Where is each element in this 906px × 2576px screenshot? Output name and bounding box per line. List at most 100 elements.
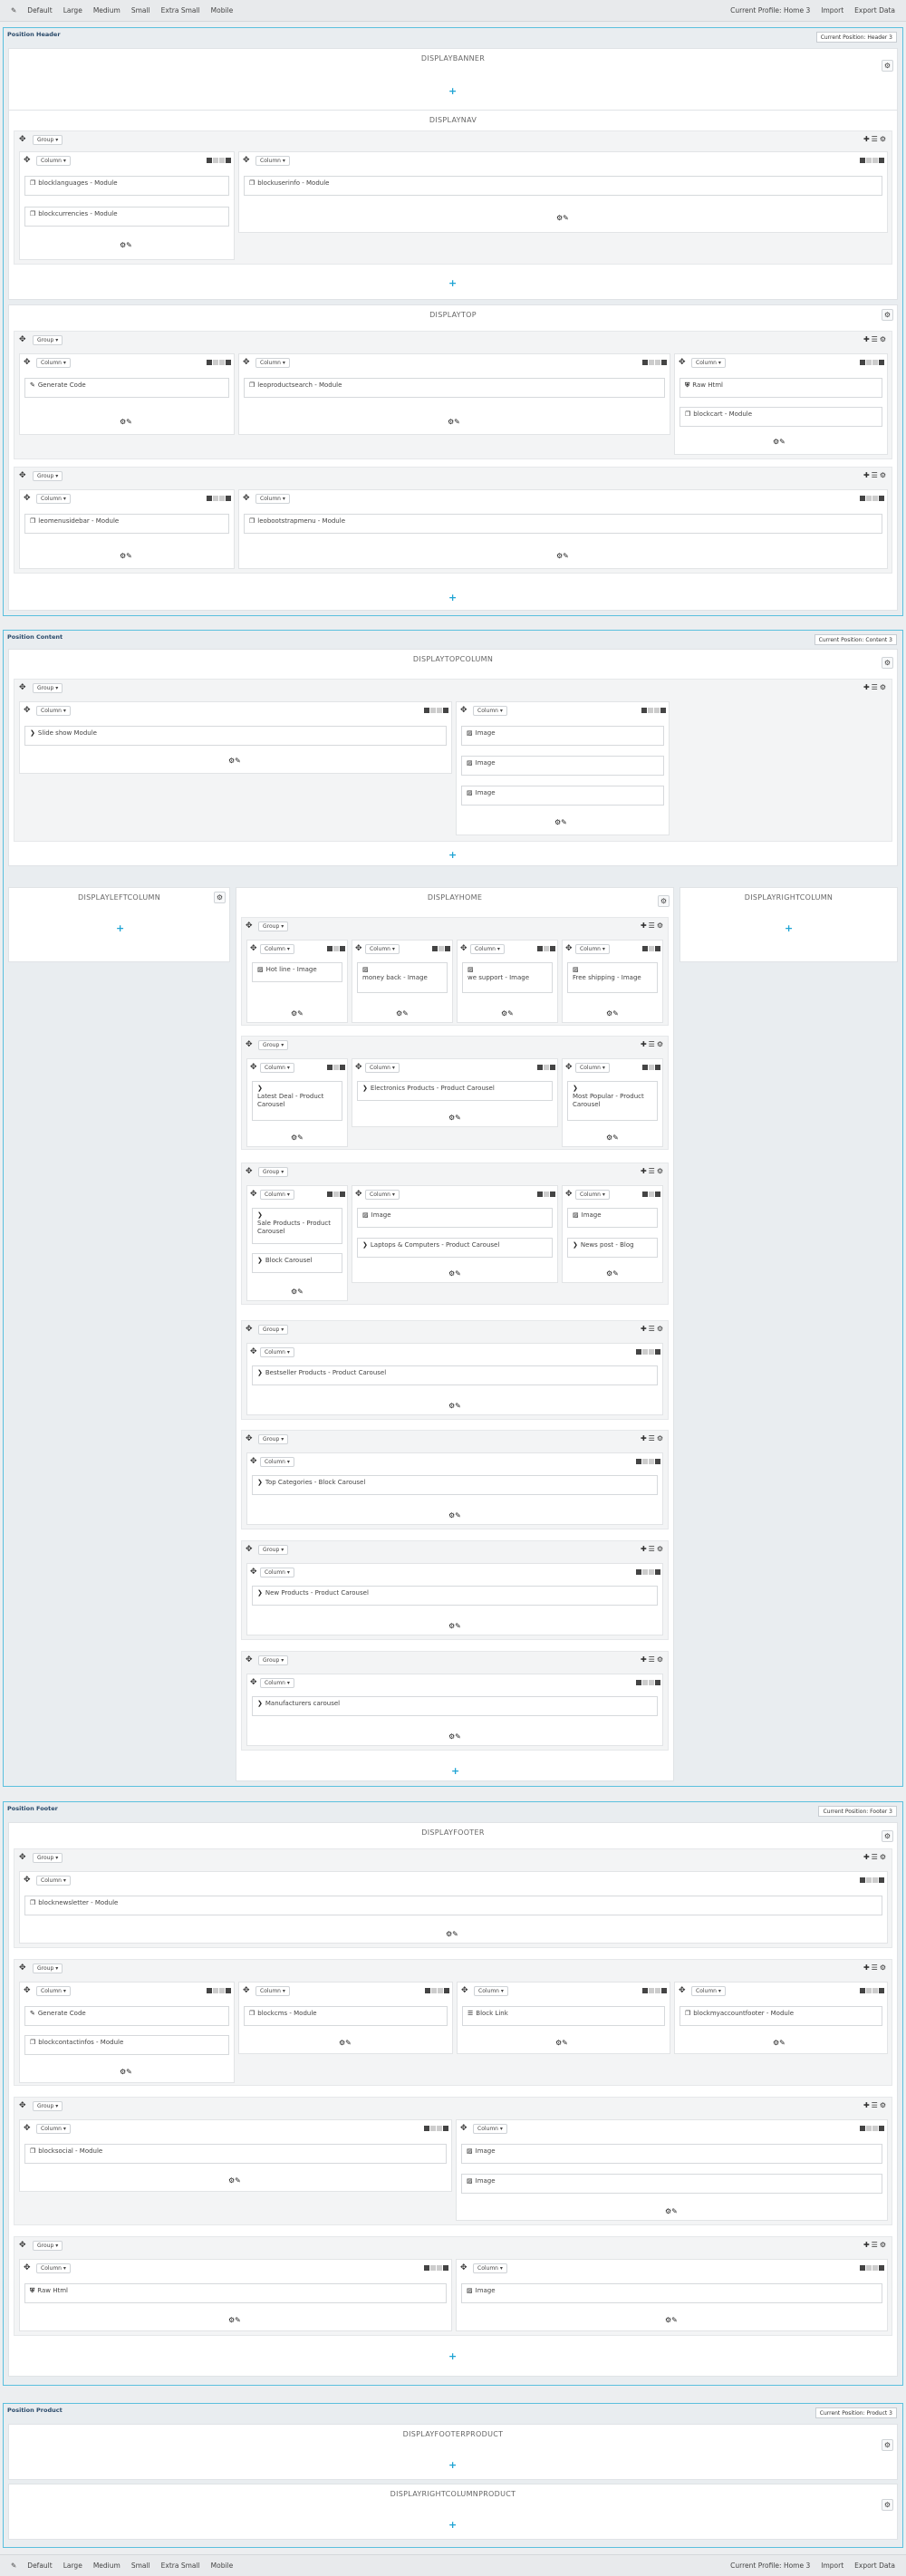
move-icon[interactable]: ✥ — [19, 136, 26, 144]
column-actions[interactable]: ⚙✎ — [554, 818, 567, 826]
add-group-icon[interactable]: + — [448, 850, 457, 860]
column-actions[interactable]: ⚙✎ — [665, 2316, 678, 2324]
move-icon[interactable]: ✥ — [565, 945, 573, 953]
column-tools[interactable] — [641, 359, 667, 365]
column-tools[interactable] — [859, 2125, 884, 2131]
column-dropdown[interactable]: Column ▾ — [691, 358, 726, 368]
column-tools[interactable] — [206, 1987, 231, 1993]
move-icon[interactable]: ✥ — [243, 359, 250, 367]
device-mobile[interactable]: Mobile — [206, 6, 239, 14]
move-icon[interactable]: ✥ — [246, 922, 253, 931]
device-large[interactable]: Large — [58, 2562, 88, 2570]
column-actions[interactable]: ⚙✎ — [448, 1511, 461, 1520]
column-tools[interactable] — [206, 157, 231, 163]
move-icon[interactable]: ✥ — [460, 2125, 467, 2133]
column-actions[interactable]: ⚙✎ — [448, 418, 460, 426]
column-actions[interactable]: ⚙✎ — [555, 2039, 568, 2047]
move-icon[interactable]: ✥ — [250, 1348, 257, 1356]
move-icon[interactable]: ✥ — [460, 707, 467, 715]
move-icon[interactable]: ✥ — [19, 472, 26, 480]
column-actions[interactable]: ⚙✎ — [339, 2039, 352, 2047]
group-tools[interactable]: ✚☰⚙ — [863, 2241, 888, 2249]
column-dropdown[interactable]: Column ▾ — [260, 1190, 294, 1200]
move-icon[interactable]: ✥ — [24, 707, 31, 715]
move-icon[interactable]: ✥ — [19, 1964, 26, 1973]
widget[interactable]: ❯ Electronics Products - Product Carousel — [357, 1081, 553, 1101]
widget[interactable]: ❐ blockcurrencies - Module — [24, 207, 229, 227]
move-icon[interactable]: ✥ — [460, 2264, 467, 2272]
group-tools[interactable]: ✚☰⚙ — [863, 1963, 888, 1972]
add-group-icon[interactable]: + — [448, 593, 457, 603]
column-dropdown[interactable]: Column ▾ — [365, 1190, 400, 1200]
column-dropdown[interactable]: Column ▾ — [470, 944, 505, 954]
widget[interactable]: ⛨ Raw Html — [24, 2283, 447, 2303]
column-tools[interactable] — [859, 359, 884, 365]
move-icon[interactable]: ✥ — [246, 1435, 253, 1443]
column-actions[interactable]: ⚙✎ — [448, 1114, 461, 1122]
column-tools[interactable] — [536, 945, 555, 951]
widget[interactable]: ❯ News post - Blog — [567, 1238, 658, 1258]
column-tools[interactable] — [536, 1064, 555, 1070]
gear-icon[interactable]: ⚙ — [882, 2439, 893, 2451]
column-dropdown[interactable]: Column ▾ — [473, 706, 507, 716]
move-icon[interactable]: ✥ — [246, 1326, 253, 1334]
group-tools[interactable]: ✚☰⚙ — [641, 1040, 665, 1048]
group-tools[interactable]: ✚☰⚙ — [641, 1325, 665, 1333]
widget[interactable]: ▨ Image — [461, 2283, 882, 2303]
column-actions[interactable]: ⚙✎ — [773, 438, 786, 446]
group-dropdown[interactable]: Group ▾ — [258, 1167, 289, 1177]
group-dropdown[interactable]: Group ▾ — [33, 135, 63, 145]
move-icon[interactable]: ✥ — [565, 1191, 573, 1199]
move-icon[interactable]: ✥ — [565, 1064, 573, 1072]
move-icon[interactable]: ✥ — [19, 1854, 26, 1862]
widget[interactable]: ▨ Image — [461, 786, 664, 806]
move-icon[interactable]: ✥ — [19, 684, 26, 692]
column-actions[interactable]: ⚙✎ — [606, 1009, 619, 1018]
column-dropdown[interactable]: Column ▾ — [255, 156, 290, 166]
column-dropdown[interactable]: Column ▾ — [260, 1678, 294, 1688]
group-dropdown[interactable]: Group ▾ — [258, 1325, 289, 1335]
pencil-icon[interactable]: ✎ — [5, 2562, 22, 2570]
column-tools[interactable] — [859, 157, 884, 163]
column-dropdown[interactable]: Column ▾ — [365, 1063, 400, 1073]
column-actions[interactable]: ⚙✎ — [448, 1269, 461, 1278]
column-tools[interactable] — [641, 1191, 660, 1197]
column-actions[interactable]: ⚙✎ — [606, 1269, 619, 1278]
device-small[interactable]: Small — [126, 6, 156, 14]
move-icon[interactable]: ✥ — [19, 336, 26, 344]
move-icon[interactable]: ✥ — [246, 1168, 253, 1176]
column-tools[interactable] — [641, 945, 660, 951]
gear-icon[interactable]: ⚙ — [882, 2499, 893, 2511]
widget[interactable]: ❐ blocklanguages - Module — [24, 176, 229, 196]
group-tools[interactable]: ✚☰⚙ — [863, 683, 888, 691]
move-icon[interactable]: ✥ — [243, 1987, 250, 1995]
column-actions[interactable]: ⚙✎ — [448, 1402, 461, 1410]
move-icon[interactable]: ✥ — [355, 1064, 362, 1072]
column-tools[interactable] — [635, 1348, 660, 1355]
current-profile-button[interactable]: Current Profile: Home 3 — [725, 6, 815, 14]
column-actions[interactable]: ⚙✎ — [606, 1134, 619, 1142]
group-tools[interactable]: ✚☰⚙ — [863, 135, 888, 143]
column-actions[interactable]: ⚙✎ — [448, 1622, 461, 1630]
device-small[interactable]: Small — [126, 2562, 156, 2570]
import-button[interactable]: Import — [815, 6, 849, 14]
footer-profile-dropdown[interactable]: Current Position: Footer 3 — [818, 1806, 897, 1817]
widget[interactable]: ▨ Image — [357, 1208, 553, 1228]
column-dropdown[interactable]: Column ▾ — [691, 1986, 726, 1996]
widget[interactable]: ❐ leoproductsearch - Module — [244, 378, 665, 398]
move-icon[interactable]: ✥ — [679, 1987, 686, 1995]
column-dropdown[interactable]: Column ▾ — [365, 944, 400, 954]
column-tools[interactable] — [635, 1568, 660, 1575]
column-tools[interactable] — [859, 495, 884, 501]
add-group-icon[interactable]: + — [448, 2460, 457, 2470]
move-icon[interactable]: ✥ — [24, 2264, 31, 2272]
column-tools[interactable] — [859, 2264, 884, 2271]
move-icon[interactable]: ✥ — [246, 1041, 253, 1049]
move-icon[interactable]: ✥ — [246, 1656, 253, 1664]
column-tools[interactable] — [326, 1191, 345, 1197]
move-icon[interactable]: ✥ — [243, 495, 250, 503]
group-dropdown[interactable]: Group ▾ — [33, 1963, 63, 1973]
widget[interactable]: ❯ Latest Deal - Product Carousel — [252, 1081, 342, 1121]
widget[interactable]: ❐ leomenusidebar - Module — [24, 514, 229, 534]
widget[interactable]: ▨ Image — [461, 2174, 882, 2194]
